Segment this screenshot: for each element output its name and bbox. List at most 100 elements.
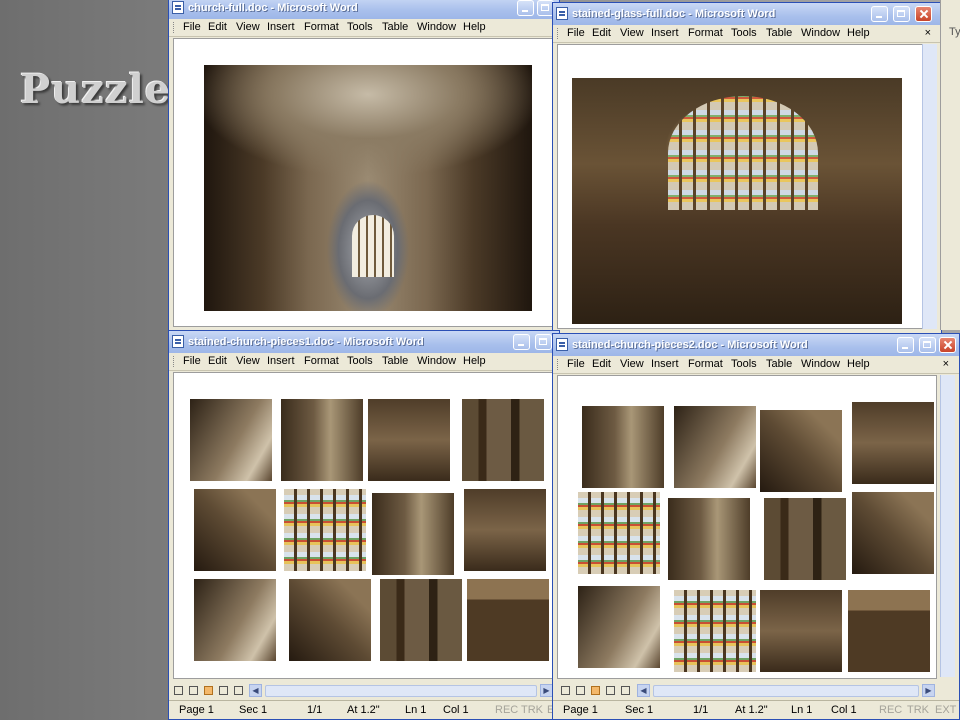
puzzle-piece[interactable] bbox=[462, 399, 544, 481]
menu-file[interactable]: File bbox=[567, 25, 585, 42]
puzzle-piece[interactable] bbox=[194, 489, 276, 571]
menu-table[interactable]: Table bbox=[766, 25, 792, 42]
menu-tools[interactable]: Tools bbox=[347, 353, 373, 370]
puzzle-piece[interactable] bbox=[372, 493, 454, 575]
document-page[interactable] bbox=[173, 38, 555, 327]
horizontal-scrollbar[interactable] bbox=[653, 685, 919, 697]
menu-file[interactable]: File bbox=[183, 19, 201, 36]
menu-tools[interactable]: Tools bbox=[731, 356, 757, 373]
status-rec[interactable]: REC bbox=[495, 701, 518, 719]
puzzle-piece[interactable] bbox=[848, 590, 930, 672]
puzzle-piece[interactable] bbox=[464, 489, 546, 571]
menu-table[interactable]: Table bbox=[766, 356, 792, 373]
status-trk[interactable]: TRK bbox=[521, 701, 543, 719]
menu-close-doc-button[interactable]: × bbox=[925, 25, 931, 42]
vertical-scrollbar[interactable] bbox=[940, 375, 955, 677]
status-trk[interactable]: TRK bbox=[907, 701, 929, 719]
menu-tools[interactable]: Tools bbox=[731, 25, 757, 42]
puzzle-piece[interactable] bbox=[760, 590, 842, 672]
document-page[interactable] bbox=[557, 375, 937, 679]
status-ext[interactable]: EXT bbox=[935, 701, 956, 719]
menu-help[interactable]: Help bbox=[847, 356, 870, 373]
window-church-full[interactable]: church-full.doc - Microsoft Word File Ed… bbox=[168, 0, 560, 332]
title-bar[interactable]: stained-glass-full.doc - Microsoft Word bbox=[553, 3, 941, 25]
outline-view-icon[interactable] bbox=[606, 686, 615, 695]
minimize-button[interactable] bbox=[897, 337, 914, 353]
menu-window[interactable]: Window bbox=[417, 19, 456, 36]
puzzle-piece[interactable] bbox=[467, 579, 549, 661]
close-button[interactable] bbox=[915, 6, 932, 22]
scroll-right-icon[interactable]: ▶ bbox=[922, 684, 935, 697]
menu-edit[interactable]: Edit bbox=[592, 25, 611, 42]
menu-format[interactable]: Format bbox=[304, 19, 339, 36]
menu-close-doc-button[interactable]: × bbox=[943, 356, 949, 373]
menu-insert[interactable]: Insert bbox=[267, 353, 295, 370]
menu-view[interactable]: View bbox=[236, 19, 260, 36]
puzzle-piece[interactable] bbox=[284, 489, 366, 571]
reading-view-icon[interactable] bbox=[234, 686, 243, 695]
scroll-left-icon[interactable]: ◀ bbox=[249, 684, 262, 697]
puzzle-piece[interactable] bbox=[668, 498, 750, 580]
minimize-button[interactable] bbox=[871, 6, 888, 22]
menu-tools[interactable]: Tools bbox=[347, 19, 373, 36]
puzzle-piece[interactable] bbox=[852, 492, 934, 574]
normal-view-icon[interactable] bbox=[561, 686, 570, 695]
menu-window[interactable]: Window bbox=[801, 356, 840, 373]
print-view-icon[interactable] bbox=[591, 686, 600, 695]
menu-format[interactable]: Format bbox=[304, 353, 339, 370]
puzzle-piece[interactable] bbox=[764, 498, 846, 580]
menu-view[interactable]: View bbox=[620, 356, 644, 373]
puzzle-piece[interactable] bbox=[674, 590, 756, 672]
window-stained-church-pieces2[interactable]: stained-church-pieces2.doc - Microsoft W… bbox=[552, 333, 960, 720]
reading-view-icon[interactable] bbox=[621, 686, 630, 695]
puzzle-piece[interactable] bbox=[578, 492, 660, 574]
title-bar[interactable]: church-full.doc - Microsoft Word bbox=[169, 0, 559, 19]
menu-window[interactable]: Window bbox=[801, 25, 840, 42]
window-stained-church-pieces1[interactable]: stained-church-pieces1.doc - Microsoft W… bbox=[168, 330, 560, 720]
window-stained-glass-full[interactable]: stained-glass-full.doc - Microsoft Word … bbox=[552, 2, 942, 334]
minimize-button[interactable] bbox=[517, 0, 534, 16]
maximize-button[interactable] bbox=[893, 6, 910, 22]
menu-edit[interactable]: Edit bbox=[592, 356, 611, 373]
menu-view[interactable]: View bbox=[236, 353, 260, 370]
puzzle-piece[interactable] bbox=[289, 579, 371, 661]
menu-help[interactable]: Help bbox=[463, 19, 486, 36]
menu-table[interactable]: Table bbox=[382, 19, 408, 36]
status-rec[interactable]: REC bbox=[879, 701, 902, 719]
menu-format[interactable]: Format bbox=[688, 25, 723, 42]
maximize-button[interactable] bbox=[535, 334, 552, 350]
document-page[interactable] bbox=[557, 44, 923, 329]
menu-edit[interactable]: Edit bbox=[208, 353, 227, 370]
menu-insert[interactable]: Insert bbox=[651, 356, 679, 373]
puzzle-piece[interactable] bbox=[674, 406, 756, 488]
puzzle-piece[interactable] bbox=[281, 399, 363, 481]
menu-insert[interactable]: Insert bbox=[651, 25, 679, 42]
title-bar[interactable]: stained-church-pieces1.doc - Microsoft W… bbox=[169, 331, 559, 353]
document-page[interactable] bbox=[173, 372, 555, 679]
menu-table[interactable]: Table bbox=[382, 353, 408, 370]
menu-file[interactable]: File bbox=[183, 353, 201, 370]
title-bar[interactable]: stained-church-pieces2.doc - Microsoft W… bbox=[553, 334, 959, 356]
menu-help[interactable]: Help bbox=[463, 353, 486, 370]
web-view-icon[interactable] bbox=[189, 686, 198, 695]
menu-window[interactable]: Window bbox=[417, 353, 456, 370]
puzzle-piece[interactable] bbox=[380, 579, 462, 661]
print-view-icon[interactable] bbox=[204, 686, 213, 695]
puzzle-piece[interactable] bbox=[582, 406, 664, 488]
horizontal-scrollbar[interactable] bbox=[265, 685, 537, 697]
minimize-button[interactable] bbox=[513, 334, 530, 350]
close-button[interactable] bbox=[939, 337, 956, 353]
puzzle-piece[interactable] bbox=[368, 399, 450, 481]
web-view-icon[interactable] bbox=[576, 686, 585, 695]
puzzle-piece[interactable] bbox=[578, 586, 660, 668]
menu-file[interactable]: File bbox=[567, 356, 585, 373]
menu-help[interactable]: Help bbox=[847, 25, 870, 42]
puzzle-piece[interactable] bbox=[852, 402, 934, 484]
outline-view-icon[interactable] bbox=[219, 686, 228, 695]
menu-edit[interactable]: Edit bbox=[208, 19, 227, 36]
menu-view[interactable]: View bbox=[620, 25, 644, 42]
maximize-button[interactable] bbox=[919, 337, 936, 353]
puzzle-piece[interactable] bbox=[760, 410, 842, 492]
menu-insert[interactable]: Insert bbox=[267, 19, 295, 36]
puzzle-piece[interactable] bbox=[190, 399, 272, 481]
